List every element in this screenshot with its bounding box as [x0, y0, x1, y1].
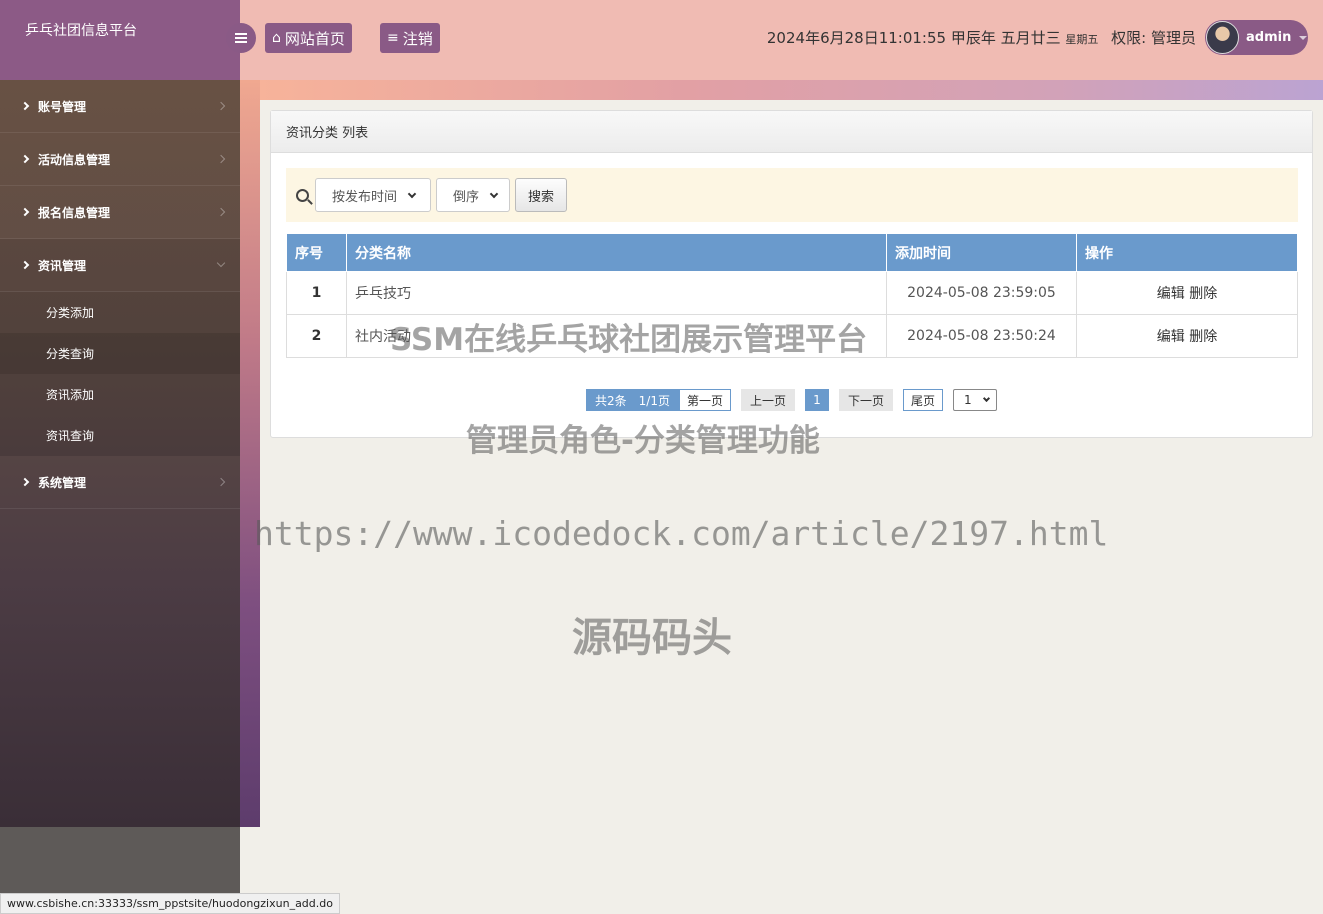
sidebar-item-account[interactable]: 账号管理 — [0, 80, 240, 133]
home-button-label: 网站首页 — [284, 29, 345, 48]
chevron-right-icon — [20, 207, 30, 217]
header-info: 2024年6月28日11:01:55 甲辰年 五月廿三 星期五 权限: 管理员 — [767, 27, 1196, 48]
weekday: 星期五 — [1065, 33, 1099, 46]
pagination: 共2条 1/1页 第一页 上一页 1 下一页 尾页 1 — [586, 389, 998, 411]
sort-order-value: 倒序 — [453, 189, 480, 205]
chevron-down-icon — [982, 394, 990, 403]
panel-title: 资讯分类 列表 — [271, 111, 1312, 153]
logout-button-label: 注销 — [402, 29, 433, 48]
sidebar-item-signup[interactable]: 报名信息管理 — [0, 186, 240, 239]
delete-link[interactable]: 删除 — [1189, 329, 1217, 345]
sort-field-select[interactable]: 按发布时间 — [315, 178, 431, 212]
decor-strip — [240, 80, 260, 827]
edit-link[interactable]: 编辑 — [1157, 329, 1185, 345]
menu-icon — [235, 33, 247, 43]
chevron-right-icon — [216, 101, 226, 111]
pager-total: 共2条 — [595, 393, 627, 408]
search-bar: 按发布时间 倒序 搜索 — [286, 168, 1298, 222]
sidebar-item-label: 资讯管理 — [38, 258, 87, 273]
chevron-down-icon — [216, 258, 226, 268]
sidebar-item-label: 账号管理 — [38, 99, 87, 114]
chevron-down-icon — [489, 189, 499, 198]
list-icon: ≡ — [387, 30, 399, 46]
row-actions: 编辑 删除 — [1076, 314, 1298, 358]
sidebar-item-news[interactable]: 资讯管理 — [0, 239, 240, 292]
browser-status-url: www.csbishe.cn:33333/ssm_ppstsite/huodon… — [0, 893, 340, 914]
search-button[interactable]: 搜索 — [515, 178, 568, 212]
col-header-no: 序号 — [286, 233, 347, 272]
table-row: 1 乒乓技巧 2024-05-08 23:59:05 编辑 删除 — [286, 271, 1298, 315]
page-select-value: 1 — [964, 393, 972, 407]
home-button[interactable]: ⌂ 网站首页 — [265, 23, 352, 53]
chevron-right-icon — [20, 154, 30, 164]
current-page-button[interactable]: 1 — [805, 389, 829, 411]
menu-toggle-button[interactable] — [226, 23, 256, 53]
chevron-right-icon — [20, 101, 30, 111]
home-icon: ⌂ — [272, 30, 281, 46]
next-page-button[interactable]: 下一页 — [839, 389, 894, 411]
row-time: 2024-05-08 23:50:24 — [886, 314, 1077, 358]
col-header-time: 添加时间 — [886, 233, 1077, 272]
watermark-text: 源码码头 — [572, 615, 732, 661]
chevron-right-icon — [216, 154, 226, 164]
sort-field-value: 按发布时间 — [332, 189, 398, 205]
user-menu[interactable]: admin — [1205, 20, 1308, 55]
chevron-right-icon — [20, 260, 30, 270]
datetime: 2024年6月28日11:01:55 甲辰年 五月廿三 — [766, 29, 1061, 47]
app-title: 乒乓社团信息平台 — [25, 23, 137, 39]
sidebar-item-system[interactable]: 系统管理 — [0, 456, 240, 509]
row-time: 2024-05-08 23:59:05 — [886, 271, 1077, 315]
sidebar-item-label: 系统管理 — [38, 475, 87, 490]
pager-info: 共2条 1/1页 — [586, 389, 679, 411]
chevron-down-icon — [407, 189, 417, 198]
col-header-action: 操作 — [1076, 233, 1298, 272]
sidebar-subitem-category-query[interactable]: 分类查询 — [0, 333, 240, 374]
search-icon — [296, 188, 309, 202]
username: admin — [1246, 30, 1292, 45]
watermark-text: SSM在线乒乓球社团展示管理平台 — [390, 322, 868, 358]
sidebar-item-label: 报名信息管理 — [38, 205, 111, 220]
sidebar-subitem-news-query[interactable]: 资讯查询 — [0, 415, 240, 456]
logout-button[interactable]: ≡ 注销 — [380, 23, 440, 53]
watermark-url: https://www.icodedock.com/article/2197.h… — [254, 514, 1109, 553]
edit-link[interactable]: 编辑 — [1157, 286, 1185, 302]
page-select[interactable]: 1 — [953, 389, 998, 411]
sidebar-subitem-news-add[interactable]: 资讯添加 — [0, 374, 240, 415]
chevron-right-icon — [216, 477, 226, 487]
brand-area: 乒乓社团信息平台 — [0, 0, 240, 80]
caret-down-icon — [1299, 35, 1308, 40]
sort-order-select[interactable]: 倒序 — [436, 178, 510, 212]
row-name: 乒乓技巧 — [346, 271, 887, 315]
sidebar-item-activity[interactable]: 活动信息管理 — [0, 133, 240, 186]
last-page-button[interactable]: 尾页 — [903, 389, 944, 411]
table-header-row: 序号 分类名称 添加时间 操作 — [286, 233, 1298, 272]
col-header-name: 分类名称 — [346, 233, 887, 272]
first-page-button[interactable]: 第一页 — [678, 389, 731, 411]
pager-pages: 1/1页 — [638, 393, 670, 408]
role-text: 权限: 管理员 — [1111, 29, 1196, 47]
chevron-right-icon — [20, 477, 30, 487]
sidebar-subitem-category-add[interactable]: 分类添加 — [0, 292, 240, 333]
list-panel: 资讯分类 列表 按发布时间 倒序 搜索 序号 分类名称 添加时间 操作 1 乒乓… — [270, 110, 1313, 438]
row-no: 2 — [286, 314, 347, 358]
watermark-text: 管理员角色-分类管理功能 — [466, 423, 820, 459]
row-actions: 编辑 删除 — [1076, 271, 1298, 315]
chevron-right-icon — [216, 207, 226, 217]
sidebar-item-label: 活动信息管理 — [38, 152, 111, 167]
delete-link[interactable]: 删除 — [1189, 286, 1217, 302]
row-no: 1 — [286, 271, 347, 315]
decor-strip — [260, 80, 1323, 100]
sidebar-nav: 账号管理 活动信息管理 报名信息管理 资讯管理 分类添加 分类查询 资讯添加 资… — [0, 80, 240, 509]
avatar — [1206, 21, 1239, 54]
prev-page-button[interactable]: 上一页 — [740, 389, 795, 411]
